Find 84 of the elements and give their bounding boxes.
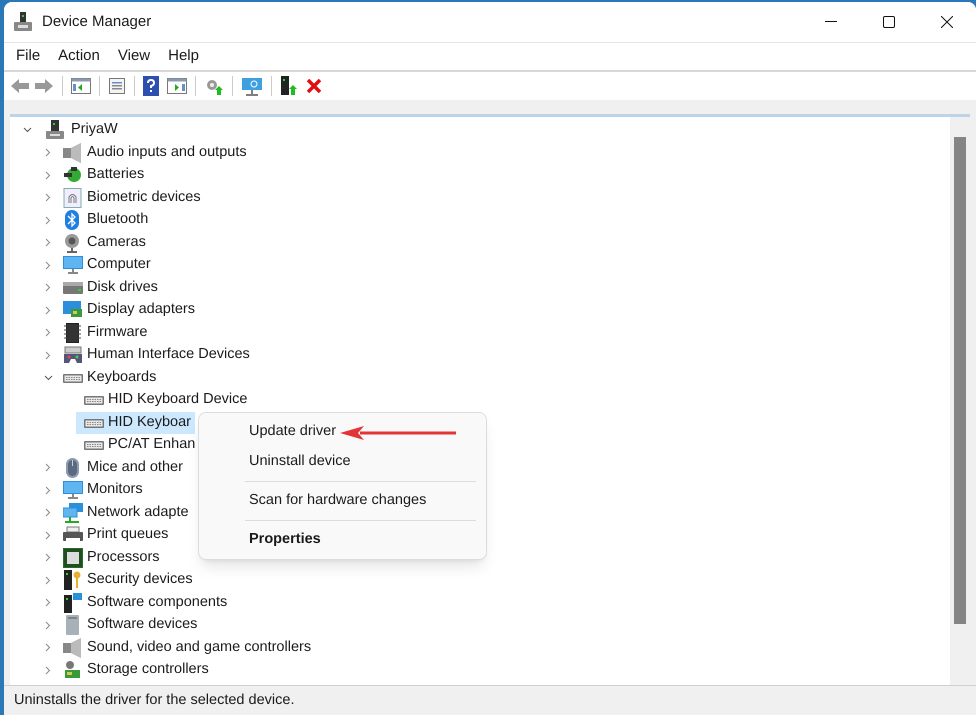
security-key-icon: [63, 570, 83, 590]
tree-item[interactable]: Computer: [87, 254, 151, 276]
tree-item[interactable]: Audio inputs and outputs: [87, 142, 247, 164]
app-icon: [14, 12, 32, 32]
expand-chevron[interactable]: [43, 215, 53, 226]
fingerprint-icon: [63, 188, 83, 208]
tree-item[interactable]: PC/AT Enhan: [76, 434, 200, 456]
monitor-icon: [63, 480, 83, 500]
expand-chevron[interactable]: [43, 148, 53, 158]
tree-item[interactable]: HID Keyboard Device: [76, 389, 252, 412]
window-title: Device Manager: [42, 12, 152, 32]
processor-icon: [63, 548, 83, 568]
tree-item[interactable]: Print queues: [87, 524, 168, 546]
device-name: HID Keyboar: [108, 412, 192, 432]
expand-chevron[interactable]: [43, 642, 53, 653]
menu-item[interactable]: Update driver: [199, 417, 486, 447]
tree-item[interactable]: Processors: [87, 546, 160, 569]
expand-chevron[interactable]: [43, 508, 53, 518]
expand-chevron[interactable]: [43, 598, 53, 608]
tree-item[interactable]: Bluetooth: [87, 209, 148, 232]
tree-item[interactable]: Storage controllers: [87, 659, 209, 682]
tree-item[interactable]: PriyaW: [71, 119, 118, 142]
tree-item[interactable]: Keyboards: [87, 366, 156, 389]
expand-chevron[interactable]: [43, 170, 53, 180]
scrollbar[interactable]: [950, 117, 970, 685]
menu-item[interactable]: Help: [160, 44, 207, 68]
speaker-icon: [63, 638, 83, 658]
monitor-search-icon[interactable]: [241, 76, 263, 96]
status-text: Uninstalls the driver for the selected device.: [14, 690, 294, 710]
expand-chevron[interactable]: [43, 328, 53, 338]
back-arrow-icon[interactable]: [10, 78, 30, 94]
menu-item[interactable]: File: [8, 44, 48, 68]
expand-chevron[interactable]: [43, 485, 53, 496]
forward-arrow-icon[interactable]: [34, 78, 54, 94]
panel-icon[interactable]: [167, 77, 187, 95]
selected-tree-item[interactable]: HID Keyboar: [76, 412, 196, 434]
computer-icon: [45, 120, 65, 140]
tree-item[interactable]: Software devices: [87, 614, 198, 636]
expand-chevron[interactable]: [43, 462, 53, 473]
expand-chevron[interactable]: [43, 552, 53, 563]
collapse-chevron[interactable]: [43, 372, 53, 383]
help-icon[interactable]: [143, 76, 159, 96]
menu-item[interactable]: Properties: [199, 525, 486, 555]
panel-icon[interactable]: [71, 77, 91, 95]
minimize-icon: [825, 21, 837, 23]
chip-icon: [63, 322, 83, 343]
expand-chevron[interactable]: [43, 575, 53, 586]
tree-item[interactable]: Firmware: [87, 322, 148, 344]
tree-item[interactable]: Display adapters: [87, 299, 195, 322]
network-monitors-icon: [63, 502, 83, 523]
expand-chevron[interactable]: [43, 350, 53, 360]
expand-chevron[interactable]: [43, 665, 53, 676]
device-name: HID Keyboard Device: [108, 390, 248, 410]
monitor-icon: [63, 255, 83, 276]
expand-chevron[interactable]: [43, 238, 53, 248]
expand-chevron[interactable]: [43, 530, 53, 540]
delete-icon[interactable]: [306, 78, 322, 94]
menu-item[interactable]: View: [110, 44, 158, 68]
tree-item[interactable]: Monitors: [87, 479, 143, 502]
tree-item[interactable]: Biometric devices: [87, 186, 201, 209]
tree-item[interactable]: Software components: [87, 592, 228, 614]
expand-chevron[interactable]: [43, 260, 53, 270]
expand-chevron[interactable]: [43, 305, 53, 316]
expand-chevron[interactable]: [43, 282, 53, 293]
tree-item[interactable]: Batteries: [87, 164, 144, 186]
tree-item[interactable]: Security devices: [87, 569, 193, 592]
tree-item[interactable]: Human Interface Devices: [87, 344, 250, 366]
speaker-icon: [63, 142, 83, 163]
device-name: PC/AT Enhan: [108, 435, 196, 454]
menu-item[interactable]: Uninstall device: [199, 447, 486, 477]
tree-item[interactable]: Disk drives: [87, 276, 158, 299]
expand-chevron[interactable]: [43, 620, 53, 630]
tree-item[interactable]: Mice and other: [87, 456, 183, 479]
menu-item[interactable]: Action: [50, 44, 108, 68]
tree-item[interactable]: Cameras: [87, 232, 146, 254]
maximize-icon: [883, 16, 895, 28]
properties-icon[interactable]: [108, 77, 126, 95]
scrollbar-thumb[interactable]: [954, 137, 966, 624]
expand-chevron[interactable]: [43, 192, 53, 203]
tree-item[interactable]: Network adapte: [87, 502, 189, 524]
tree-item[interactable]: Sound, video and game controllers: [87, 636, 312, 659]
menu-item[interactable]: Scan for hardware changes: [199, 486, 486, 516]
close-icon: [941, 16, 953, 28]
device-add-icon[interactable]: [280, 76, 298, 96]
